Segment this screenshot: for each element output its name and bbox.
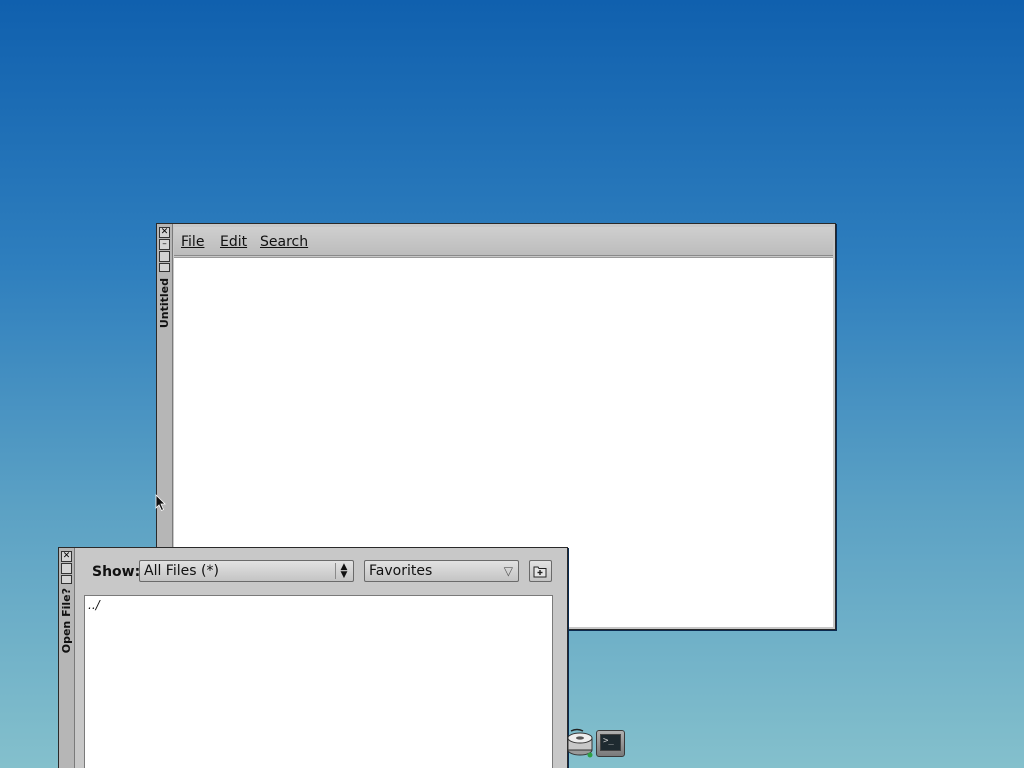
terminal-prompt: >_	[600, 734, 621, 751]
menu-search-label: Search	[260, 234, 309, 250]
mouse-cursor-icon	[155, 494, 166, 512]
disk-drive-icon[interactable]	[566, 728, 594, 758]
favorites-dropdown[interactable]: Favorites ▽	[364, 560, 519, 582]
new-folder-button[interactable]	[529, 560, 552, 582]
menu-file-label: File	[181, 234, 205, 250]
maximize-icon[interactable]	[61, 563, 72, 574]
menu-edit[interactable]: Edit	[220, 234, 247, 250]
shade-icon[interactable]	[159, 263, 170, 272]
menu-search[interactable]: Search	[260, 234, 308, 250]
close-icon[interactable]: ✕	[61, 551, 72, 562]
editor-window-title: Untitled	[158, 278, 171, 329]
file-list[interactable]: ../	[84, 595, 553, 768]
dropdown-triangle-icon: ▽	[503, 564, 513, 578]
open-file-dialog-title: Open File?	[60, 588, 73, 654]
terminal-icon[interactable]: >_	[596, 730, 625, 757]
menu-file[interactable]: File	[181, 234, 204, 250]
favorites-label: Favorites	[369, 563, 433, 579]
file-filter-value: All Files (*)	[144, 563, 219, 579]
show-filter-label: Show:	[92, 564, 141, 580]
open-file-dialog: ✕ Open File? Show: All Files (*) ▲ ▼ Favo…	[58, 547, 568, 768]
select-divider	[335, 563, 336, 579]
menu-edit-label: Edit	[220, 234, 248, 250]
new-folder-icon	[533, 566, 547, 578]
maximize-icon[interactable]	[159, 251, 170, 262]
minimize-icon[interactable]: –	[159, 239, 170, 250]
file-filter-select[interactable]: All Files (*) ▲ ▼	[139, 560, 354, 582]
shade-icon[interactable]	[61, 575, 72, 584]
open-file-titlebar[interactable]: ✕ Open File?	[59, 548, 75, 768]
close-icon[interactable]: ✕	[159, 227, 170, 238]
updown-arrows-icon: ▲ ▼	[340, 562, 348, 580]
editor-menubar: File Edit Search	[174, 227, 833, 256]
file-list-item-parent[interactable]: ../	[88, 598, 100, 612]
